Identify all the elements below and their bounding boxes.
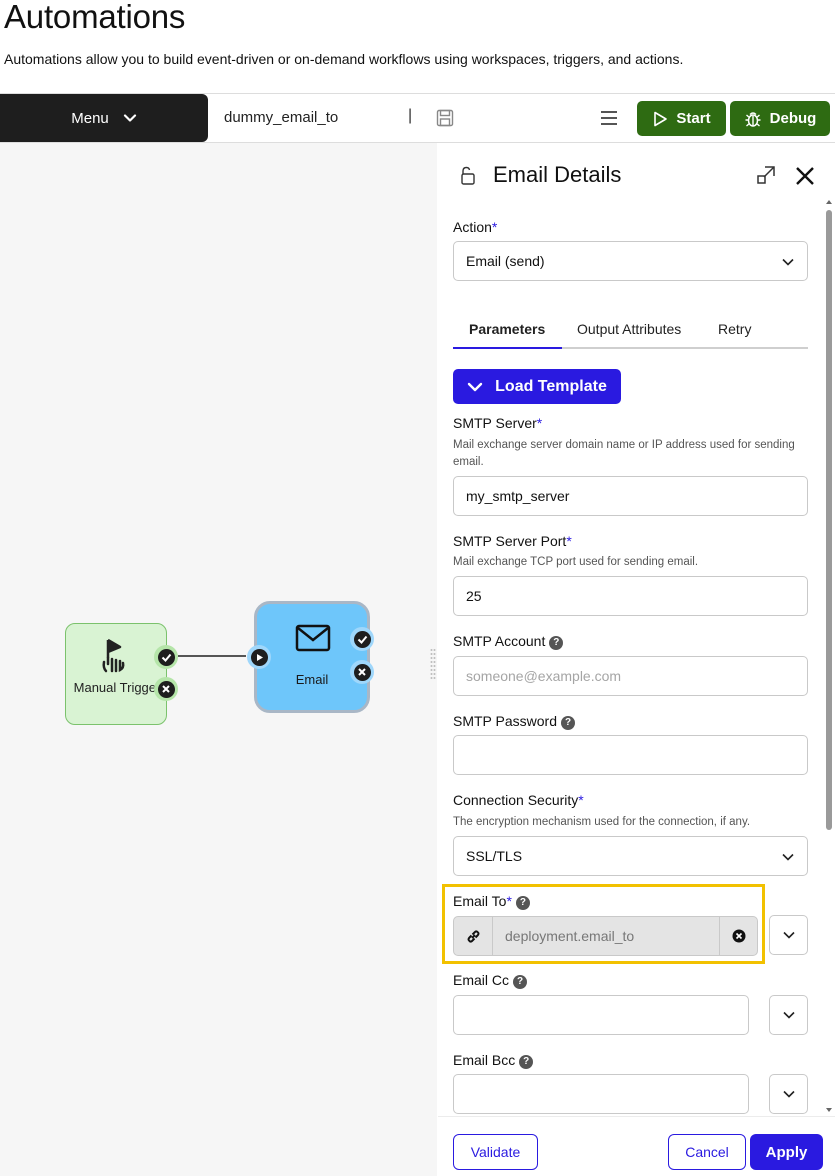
menu-label: Menu [71, 109, 109, 127]
trigger-label: Manual Trigger [73, 680, 161, 695]
scrollbar-thumb[interactable] [826, 210, 832, 830]
email-details-panel: Email Details Action* Email (send) Param… [438, 143, 835, 1176]
help-icon[interactable]: ? [549, 636, 564, 650]
smtp-account-label: SMTP Account? [453, 633, 564, 650]
workflow-name-input[interactable]: dummy_email_to [224, 109, 338, 126]
tab-output-attributes[interactable]: Output Attributes [577, 321, 681, 337]
email-cc-label: Email Cc? [453, 972, 528, 989]
play-icon [654, 111, 668, 126]
hamburger-icon[interactable] [600, 109, 618, 127]
smtp-server-input[interactable]: my_smtp_server [453, 476, 808, 516]
hand-pointer-icon [102, 638, 125, 673]
chevron-down-icon [782, 1011, 795, 1019]
help-icon[interactable]: ? [519, 1055, 534, 1069]
email-input-port[interactable] [247, 645, 271, 669]
smtp-server-label: SMTP Server* [453, 415, 543, 431]
chevron-down-icon [123, 114, 136, 122]
connection-security-value: SSL/TLS [466, 848, 523, 864]
email-node[interactable]: Email [254, 601, 370, 713]
smtp-password-input[interactable] [453, 735, 808, 775]
smtp-port-label: SMTP Server Port* [453, 533, 572, 549]
link-icon [467, 929, 479, 943]
smtp-port-hint: Mail exchange TCP port used for sending … [453, 556, 699, 568]
smtp-account-input[interactable]: someone@example.com [453, 656, 808, 696]
help-icon[interactable]: ? [513, 975, 528, 989]
smtp-port-input[interactable]: 25 [453, 576, 808, 616]
page-description: Automations allow you to build event-dri… [4, 51, 684, 67]
scroll-down-icon[interactable] [825, 1106, 833, 1114]
clear-link-button[interactable] [719, 917, 757, 955]
save-icon[interactable] [436, 109, 454, 127]
check-icon [357, 635, 367, 644]
text-cursor: | [408, 107, 413, 124]
action-label: Action* [453, 219, 498, 235]
email-cc-dropdown-button[interactable] [769, 995, 808, 1035]
action-select[interactable]: Email (send) [453, 241, 808, 281]
panel-footer: Validate Cancel Apply [438, 1116, 835, 1176]
panel-title: Email Details [493, 162, 622, 187]
cancel-button[interactable]: Cancel [668, 1134, 746, 1170]
apply-button[interactable]: Apply [750, 1134, 823, 1170]
workflow-toolbar: Menu dummy_email_to | Start Debug [0, 93, 835, 143]
email-success-port[interactable] [350, 627, 374, 651]
scroll-up-icon[interactable] [825, 198, 833, 206]
smtp-password-label: SMTP Password? [453, 713, 575, 730]
automations-app: Automations Automations allow you to bui… [0, 0, 835, 1176]
page-title: Automations [4, 0, 186, 35]
start-button[interactable]: Start [637, 101, 726, 136]
bug-icon [745, 111, 761, 127]
link-button[interactable] [454, 917, 493, 955]
chevron-down-icon [782, 853, 794, 861]
email-bcc-label: Email Bcc? [453, 1052, 534, 1069]
chevron-down-icon [782, 931, 795, 939]
connection-security-label: Connection Security* [453, 792, 584, 808]
validate-button[interactable]: Validate [453, 1134, 538, 1170]
load-template-button[interactable]: Load Template [453, 369, 621, 404]
chevron-down-icon [467, 382, 483, 391]
play-icon [256, 653, 263, 661]
email-to-linked-input[interactable]: deployment.email_to [453, 916, 758, 956]
panel-scrollbar[interactable] [825, 198, 833, 1116]
trigger-success-port[interactable] [154, 645, 178, 669]
smtp-server-hint: Mail exchange server domain name or IP a… [453, 439, 795, 468]
chevron-down-icon [782, 1090, 795, 1098]
action-select-value: Email (send) [466, 253, 545, 269]
manual-trigger-node[interactable]: Manual Trigger [65, 623, 167, 725]
mail-icon [295, 624, 331, 652]
workflow-canvas[interactable]: Manual Trigger Email [0, 143, 437, 1176]
help-icon[interactable]: ? [561, 716, 575, 730]
panel-resize-handle[interactable] [430, 648, 436, 682]
chevron-down-icon [782, 258, 794, 266]
connection-security-hint: The encryption mechanism used for the co… [453, 816, 751, 828]
trigger-failure-port[interactable] [154, 677, 178, 701]
detail-tabs: Parameters Output Attributes Retry [453, 313, 808, 349]
email-bcc-input[interactable] [453, 1074, 749, 1114]
connector-line [178, 655, 246, 657]
email-bcc-dropdown-button[interactable] [769, 1074, 808, 1114]
email-cc-input[interactable] [453, 995, 749, 1035]
email-failure-port[interactable] [350, 660, 374, 684]
x-circle-icon [732, 929, 745, 943]
check-icon [161, 653, 171, 662]
load-template-label: Load Template [495, 377, 607, 395]
x-circle-icon [358, 668, 366, 676]
connection-security-select[interactable]: SSL/TLS [453, 836, 808, 876]
tab-retry[interactable]: Retry [718, 321, 751, 337]
email-to-label: Email To*? [453, 893, 530, 910]
email-to-value: deployment.email_to [505, 928, 635, 944]
x-circle-icon [162, 685, 170, 693]
start-label: Start [676, 110, 711, 127]
close-icon[interactable] [795, 166, 815, 186]
popout-icon[interactable] [756, 165, 776, 185]
help-icon[interactable]: ? [515, 896, 530, 910]
email-to-dropdown-button[interactable] [769, 915, 808, 955]
debug-button[interactable]: Debug [730, 101, 830, 136]
tab-parameters[interactable]: Parameters [469, 321, 545, 337]
active-tab-indicator [453, 347, 562, 349]
debug-label: Debug [769, 110, 817, 127]
menu-button[interactable]: Menu [0, 94, 208, 142]
unlock-icon[interactable] [459, 166, 477, 186]
